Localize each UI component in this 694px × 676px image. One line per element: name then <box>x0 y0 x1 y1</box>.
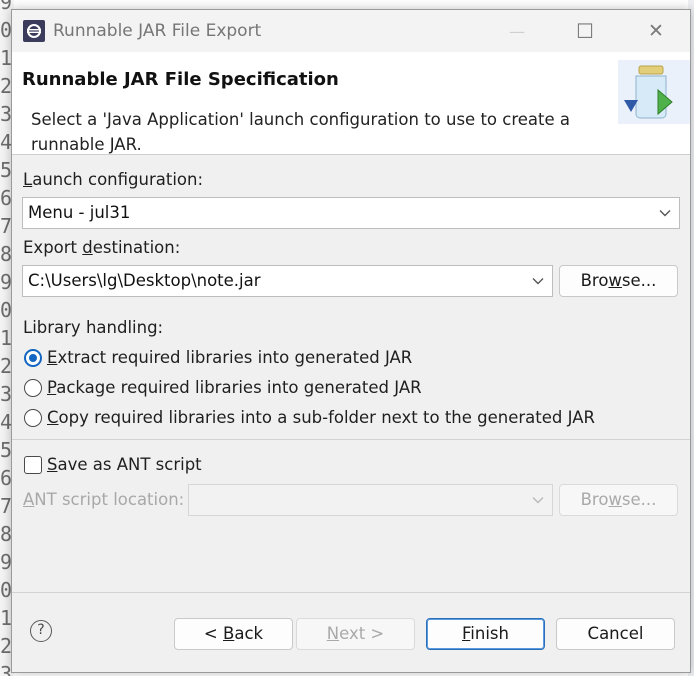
save-ant-script-checkbox[interactable] <box>24 456 42 474</box>
browse-prefix: Bro <box>580 271 609 290</box>
finish-button[interactable]: Finish <box>426 618 545 650</box>
browse-rest: se... <box>621 490 657 509</box>
launch-label-mnemonic: L <box>23 170 33 189</box>
maximize-icon: ☐ <box>576 19 594 43</box>
browse-prefix: Bro <box>580 490 609 509</box>
next-rest: ext > <box>339 624 385 643</box>
ant-location-mnemonic: A <box>23 490 35 509</box>
save-ant-mnemonic: S <box>47 455 58 474</box>
ant-script-location-label: ANT script location: <box>23 490 184 509</box>
browse-destination-button[interactable]: Browse... <box>559 265 678 297</box>
page-description: Select a 'Java Application' launch confi… <box>31 110 570 154</box>
launch-configuration-select[interactable]: Menu - jul31 <box>22 197 680 229</box>
ant-location-rest: NT script location: <box>34 490 185 509</box>
back-mnemonic: B <box>223 624 235 643</box>
export-destination-value: C:\Users\lg\Desktop\note.jar <box>28 271 261 290</box>
divider <box>12 439 690 440</box>
page-title: Runnable JAR File Specification <box>22 69 339 90</box>
next-button: Next > <box>296 618 415 650</box>
launch-configuration-label: Launch configuration: <box>23 170 203 189</box>
option-rest: ackage required libraries into generated… <box>56 378 422 397</box>
export-label-rest: estination: <box>92 238 181 257</box>
back-rest: ack <box>234 624 264 643</box>
browse-rest: se... <box>621 271 657 290</box>
window-title: Runnable JAR File Export <box>53 21 262 41</box>
title-bar: Runnable JAR File Export — ☐ ✕ <box>12 10 690 52</box>
radio-package[interactable] <box>24 379 42 397</box>
browse-ant-location-button: Browse... <box>559 484 678 516</box>
chevron-down-icon <box>532 278 544 285</box>
export-destination-combo[interactable]: C:\Users\lg\Desktop\note.jar <box>22 265 553 297</box>
wizard-header: Runnable JAR File Specification Select a… <box>12 52 690 155</box>
next-mnemonic: N <box>326 624 340 643</box>
close-button[interactable]: ✕ <box>633 10 679 52</box>
minimize-button[interactable]: — <box>494 10 540 52</box>
finish-rest: inish <box>470 624 509 643</box>
chevron-down-icon <box>532 497 544 504</box>
browse-mnemonic: w <box>608 271 622 290</box>
library-option-package-label: Package required libraries into generate… <box>47 378 422 397</box>
option-rest: opy required libraries into a sub-folder… <box>58 408 595 427</box>
option-mnemonic: C <box>47 408 59 427</box>
help-icon[interactable]: ? <box>30 620 52 642</box>
launch-configuration-value: Menu - jul31 <box>28 203 131 222</box>
launch-label-rest: aunch configuration: <box>32 170 204 189</box>
option-mnemonic: E <box>47 348 58 367</box>
back-prefix: < <box>203 624 223 643</box>
ant-script-location-combo <box>188 484 553 516</box>
maximize-button[interactable]: ☐ <box>562 10 608 52</box>
export-label-mnemonic: d <box>82 238 93 257</box>
export-label-prefix: Export <box>23 238 83 257</box>
radio-copy[interactable] <box>24 409 42 427</box>
library-option-copy-label: Copy required libraries into a sub-folde… <box>47 408 595 427</box>
minimize-icon: — <box>509 21 525 41</box>
back-button[interactable]: < Back <box>174 618 293 650</box>
chevron-down-icon <box>659 210 671 217</box>
option-rest: xtract required libraries into generated… <box>57 348 413 367</box>
library-option-extract-label: Extract required libraries into generate… <box>47 348 412 367</box>
footer-divider <box>12 592 690 593</box>
export-dialog: Runnable JAR File Export — ☐ ✕ Runnable … <box>11 9 691 673</box>
export-destination-label: Export destination: <box>23 238 180 257</box>
save-ant-rest: ave as ANT script <box>57 455 202 474</box>
jar-export-icon <box>618 60 690 124</box>
eclipse-app-icon <box>23 20 45 42</box>
option-mnemonic: P <box>47 378 57 397</box>
close-icon: ✕ <box>648 20 664 42</box>
radio-extract[interactable] <box>24 349 42 367</box>
browse-mnemonic: w <box>608 490 622 509</box>
cancel-button[interactable]: Cancel <box>556 618 675 650</box>
library-handling-label: Library handling: <box>23 318 164 337</box>
save-ant-script-label: Save as ANT script <box>47 455 202 474</box>
